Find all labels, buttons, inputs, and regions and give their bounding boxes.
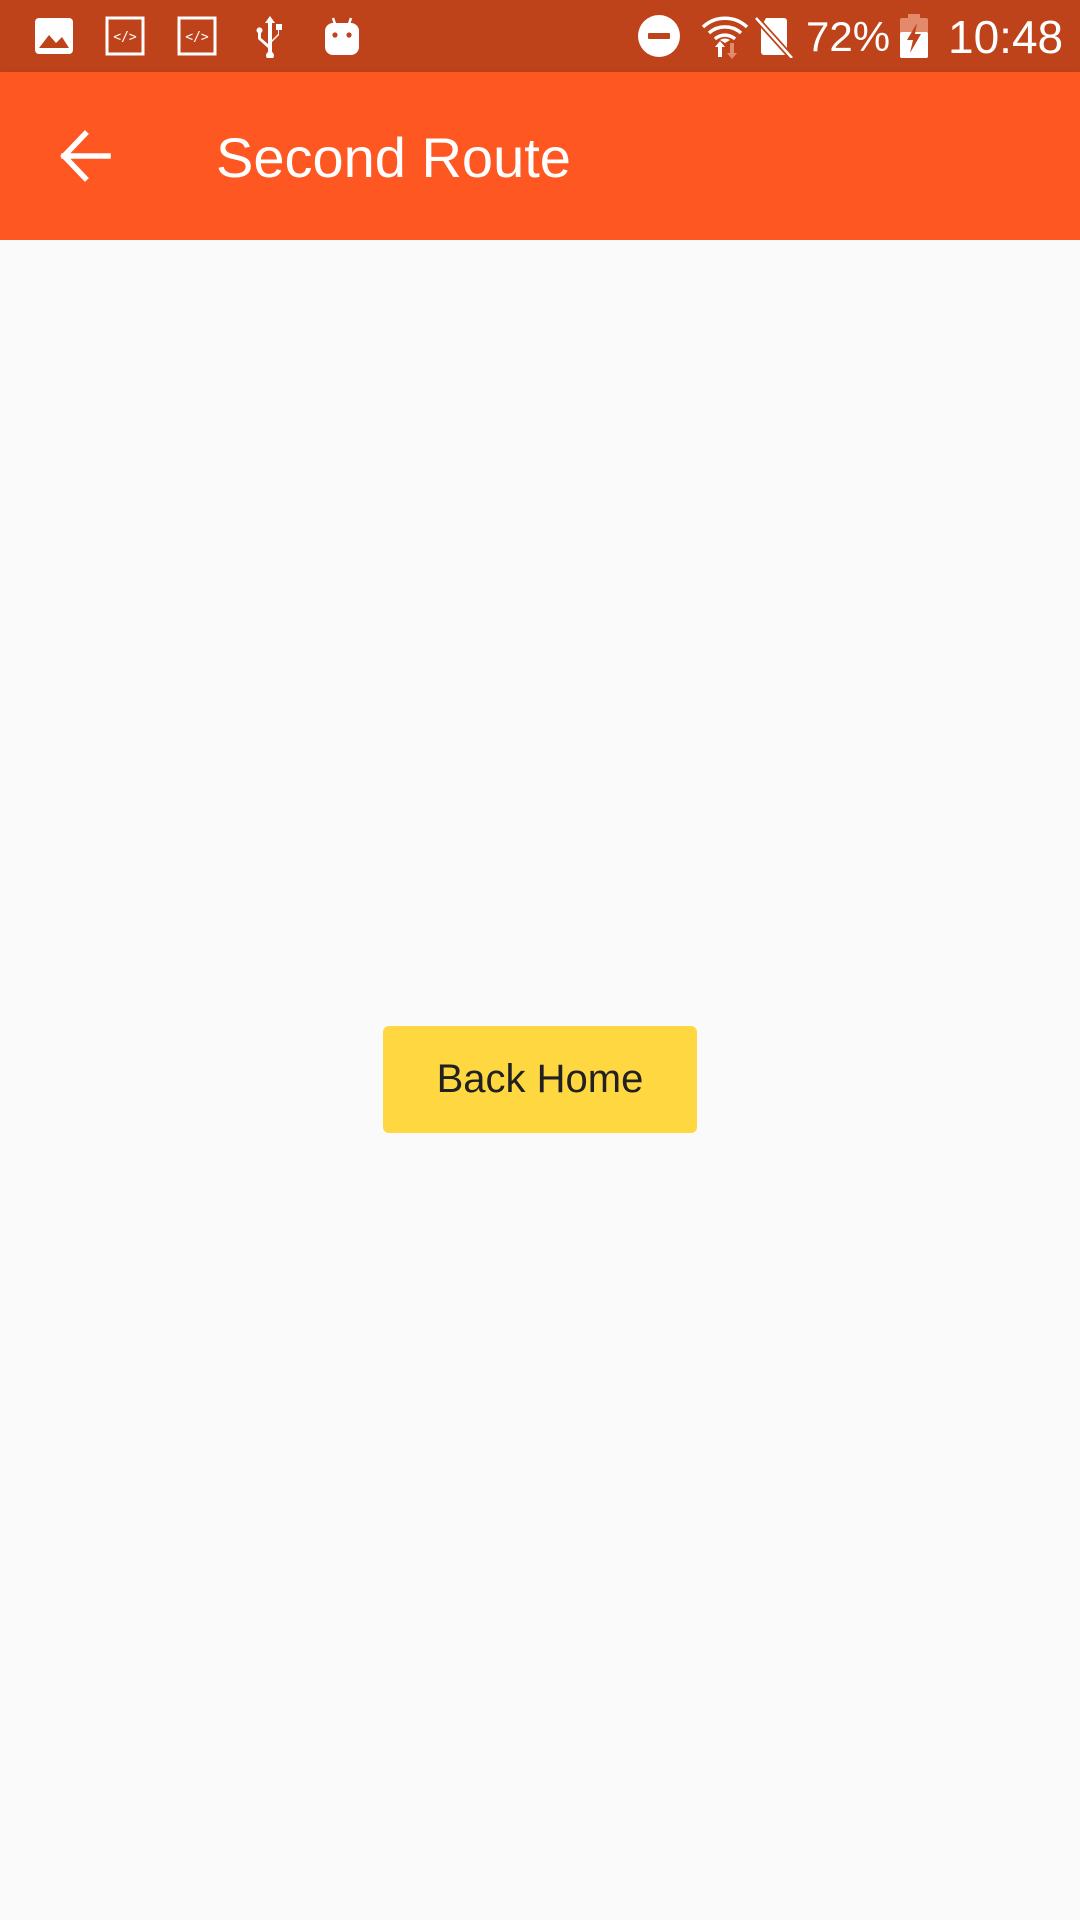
page-title: Second Route: [216, 126, 571, 189]
code-icon: </>: [175, 14, 219, 58]
battery-percent: 72%: [806, 13, 891, 60]
image-icon: [32, 14, 76, 58]
svg-text:</>: </>: [185, 30, 209, 45]
code-icon: </>: [103, 14, 147, 58]
back-home-button[interactable]: Back Home: [383, 1026, 697, 1133]
android-icon: [320, 14, 364, 58]
app-bar: Second Route: [0, 72, 1080, 240]
no-sim-icon: [752, 14, 796, 58]
back-button[interactable]: [42, 112, 130, 200]
content-area: Back Home: [0, 240, 1080, 1920]
usb-icon: [248, 14, 292, 58]
do-not-disturb-icon: [637, 14, 681, 58]
wifi-icon: [700, 14, 750, 59]
svg-text:</>: </>: [113, 30, 137, 45]
battery-charging-icon: [894, 14, 934, 58]
arrow-back-icon: [60, 130, 111, 182]
status-bar: </> </> 72% 10:48: [0, 0, 1080, 72]
clock: 10:48: [948, 11, 1064, 63]
